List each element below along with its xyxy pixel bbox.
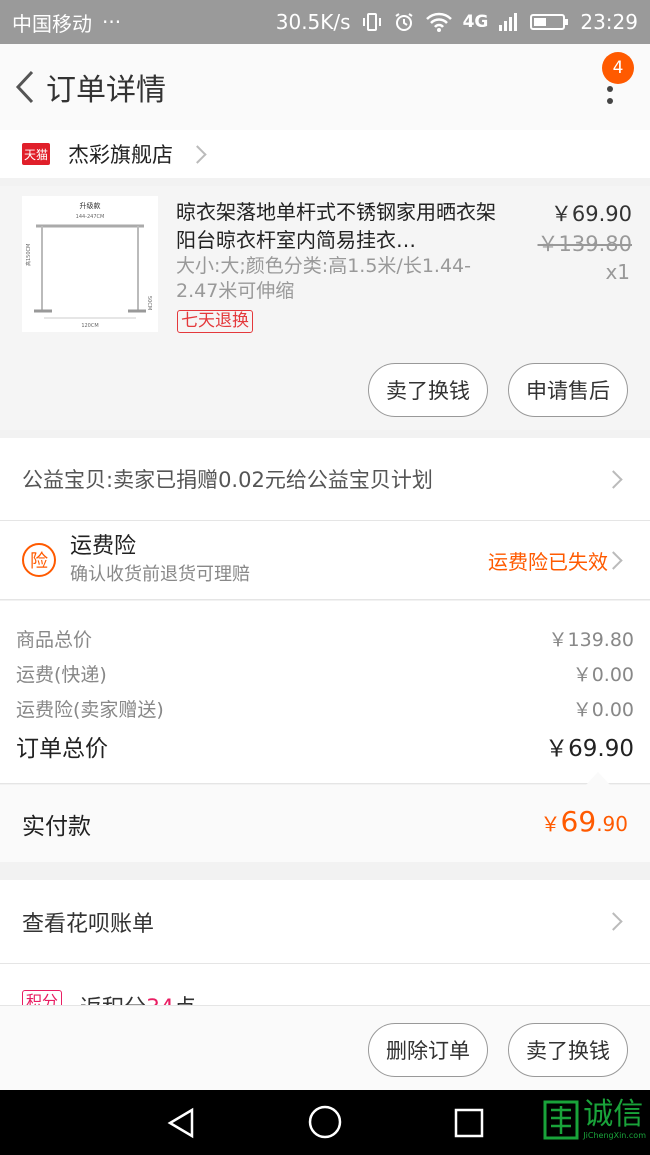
points-tag: 积分 xyxy=(22,990,63,1006)
fee-summary: 商品总价 ￥139.80 运费(快递) ￥0.00 运费险(卖家赠送) ￥0.0… xyxy=(0,601,650,783)
vibrate-icon xyxy=(361,11,383,33)
insurance-subtitle: 确认收货前退货可理赔 xyxy=(70,564,250,585)
bottom-action-bar: 删除订单 卖了换钱 xyxy=(0,1005,650,1090)
insurance-icon: 险 xyxy=(22,543,56,577)
chevron-right-icon xyxy=(188,144,207,164)
order-item[interactable]: 升级款 144-247CM 120CM 50CM 高150CM 晾衣架落地单杆式… xyxy=(0,186,650,430)
divider xyxy=(0,599,650,600)
fee-value: ￥0.00 xyxy=(572,699,634,721)
alarm-icon xyxy=(393,11,415,33)
back-button[interactable] xyxy=(4,44,46,130)
paid-decimal: .90 xyxy=(596,812,628,836)
status-bar: 中国移动 ··· 30.5K/s 4G 23:29 xyxy=(0,0,650,44)
insurance-title: 运费险 xyxy=(70,534,137,559)
insurance-status: 运费险已失效 xyxy=(488,549,608,574)
signal-icon xyxy=(498,11,520,33)
paid-label: 实付款 xyxy=(22,814,91,840)
order-total-value: ￥69.90 xyxy=(545,736,634,762)
order-total-line: 订单总价 ￥69.90 xyxy=(16,729,634,763)
after-sales-button[interactable]: 申请售后 xyxy=(508,363,628,417)
thumb-label-base: 120CM xyxy=(81,323,98,329)
wifi-icon xyxy=(425,11,453,33)
product-quantity: x1 xyxy=(605,260,630,284)
fee-line-insurance: 运费险(卖家赠送) ￥0.00 xyxy=(16,695,634,722)
product-title: 晾衣架落地单杆式不锈钢家用晒衣架阳台晾衣杆室内简易挂衣… xyxy=(176,200,496,252)
notification-badge: 4 xyxy=(602,52,634,84)
watermark-logo-icon xyxy=(543,1100,579,1139)
chevron-right-icon xyxy=(604,912,623,931)
watermark-site: JiChengXin.com xyxy=(583,1131,646,1140)
divider xyxy=(0,783,650,784)
watermark: 诚信 JiChengXin.com xyxy=(543,1099,646,1140)
shop-name: 杰彩旗舰店 xyxy=(68,143,173,167)
shop-row[interactable]: 天猫 杰彩旗舰店 xyxy=(0,130,650,178)
thumb-label-depth: 50CM xyxy=(146,296,152,310)
network-speed: 30.5K/s xyxy=(275,10,351,34)
huabei-text: 查看花呗账单 xyxy=(22,911,155,937)
fee-label: 运费险(卖家赠送) xyxy=(16,699,164,721)
notification-dots: ··· xyxy=(102,10,122,34)
product-price: ￥69.90 xyxy=(550,202,632,226)
thumb-label-height: 高150CM xyxy=(25,244,32,266)
paid-amount-row: 实付款 ￥69.90 xyxy=(0,785,650,862)
points-row: 积分 返积分34点 xyxy=(0,964,650,1006)
delete-order-button[interactable]: 删除订单 xyxy=(368,1023,488,1077)
fee-line-shipping: 运费(快递) ￥0.00 xyxy=(16,660,634,687)
back-triangle-icon[interactable] xyxy=(164,1106,198,1140)
more-dot-icon xyxy=(607,98,613,104)
return-policy-tag: 七天退换 xyxy=(177,310,253,333)
thumb-label-width: 144-247CM xyxy=(76,214,105,220)
watermark-brand: 诚信 xyxy=(583,1097,644,1132)
clock-time: 23:29 xyxy=(580,10,638,34)
shipping-insurance-row[interactable]: 险 运费险 确认收货前退货可理赔 运费险已失效 xyxy=(0,521,650,599)
product-thumbnail[interactable]: 升级款 144-247CM 120CM 50CM 高150CM xyxy=(22,196,158,332)
paid-integer: 69 xyxy=(560,805,597,838)
sell-for-cash-button[interactable]: 卖了换钱 xyxy=(368,363,488,417)
fee-label: 运费(快递) xyxy=(16,664,107,686)
product-sku: 大小:大;颜色分类:高1.5米/长1.44-2.47米可伸缩 xyxy=(176,255,471,302)
carrier-label: 中国移动 xyxy=(12,11,92,36)
fee-value: ￥0.00 xyxy=(572,664,634,686)
recent-apps-icon[interactable] xyxy=(454,1108,484,1138)
huabei-bill-row[interactable]: 查看花呗账单 xyxy=(0,880,650,963)
network-type: 4G xyxy=(462,12,489,32)
chevron-left-icon xyxy=(15,70,34,104)
clothes-rack-image: 升级款 144-247CM 120CM 50CM 高150CM xyxy=(25,201,152,329)
tmall-logo: 天猫 xyxy=(22,143,50,165)
points-text: 返积分34点 xyxy=(80,990,196,1006)
paid-currency: ￥ xyxy=(540,812,561,836)
fee-value: ￥139.80 xyxy=(548,629,634,651)
battery-icon xyxy=(530,11,570,33)
fee-line-goods: 商品总价 ￥139.80 xyxy=(16,625,634,652)
paid-amount: ￥69.90 xyxy=(541,805,628,838)
fee-label: 商品总价 xyxy=(16,629,93,651)
thumb-label-upgrade: 升级款 xyxy=(80,201,101,210)
more-dot-icon xyxy=(607,86,613,92)
order-total-label: 订单总价 xyxy=(16,736,108,762)
nav-bar: 订单详情 4 xyxy=(0,44,650,130)
page-title: 订单详情 xyxy=(46,73,166,108)
chevron-right-icon xyxy=(604,469,623,489)
charity-row[interactable]: 公益宝贝:卖家已捐赠0.02元给公益宝贝计划 xyxy=(0,438,650,520)
home-circle-icon[interactable] xyxy=(307,1104,343,1140)
sell-for-cash-button[interactable]: 卖了换钱 xyxy=(508,1023,628,1077)
charity-text: 公益宝贝:卖家已捐赠0.02元给公益宝贝计划 xyxy=(22,468,433,492)
original-price: ￥139.80 xyxy=(537,232,632,256)
pointer-arrow xyxy=(586,772,610,785)
